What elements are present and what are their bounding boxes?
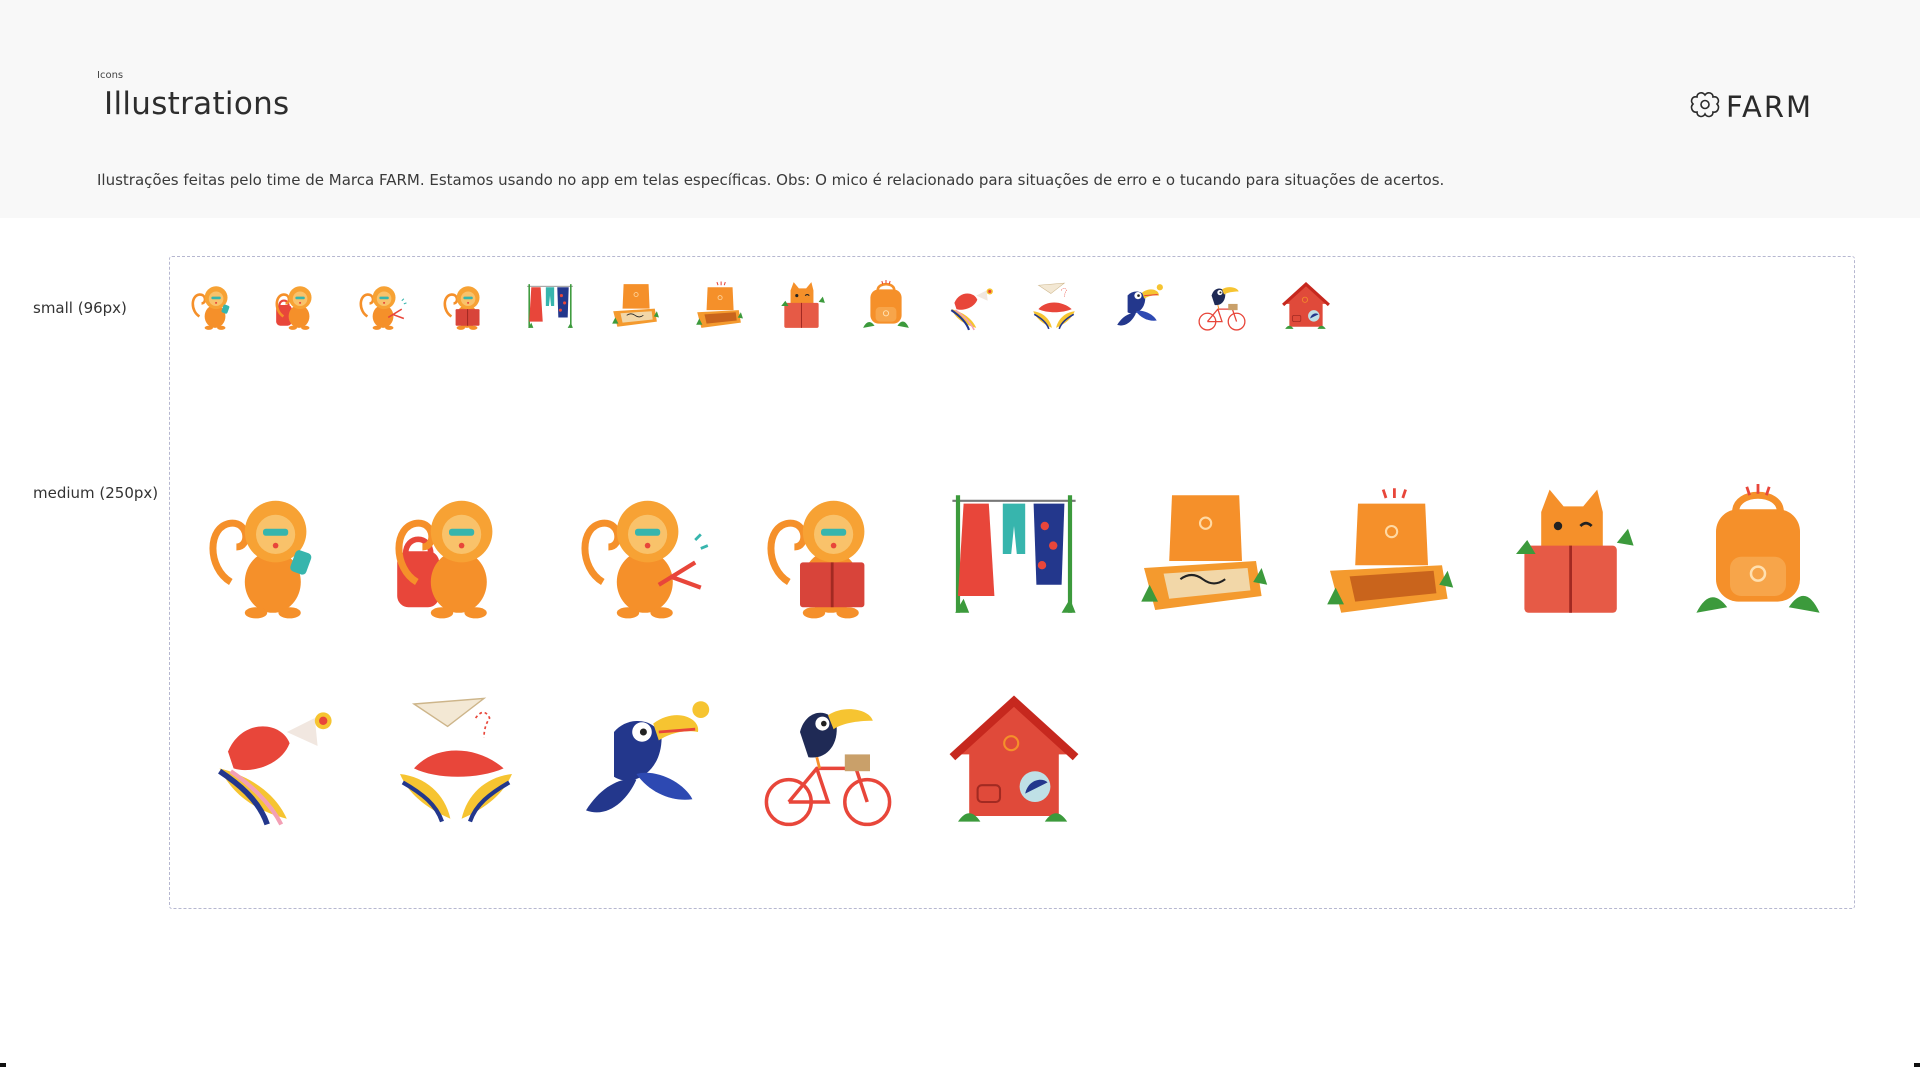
medium-illustration-toucan-flying xyxy=(572,690,712,830)
small-illustration-toucan-bicycle xyxy=(1196,280,1248,332)
medium-illustration-macaw-megaphone xyxy=(200,690,340,830)
page-header: Icons Illustrations Ilustrações feitas p… xyxy=(0,0,1920,218)
small-illustration-toucan-flying xyxy=(1112,280,1164,332)
medium-illustration-backpack xyxy=(1688,484,1828,624)
medium-size-label: medium (250px) xyxy=(33,484,159,502)
farm-logo: FARM xyxy=(1688,88,1813,126)
medium-illustration-clothesline xyxy=(944,484,1084,624)
medium-illustration-macaw-paper-plane xyxy=(386,690,526,830)
medium-illustration-monkey-phone xyxy=(200,484,340,624)
page-title: Illustrations xyxy=(104,86,290,122)
medium-illustration-house-toucan xyxy=(944,690,1084,830)
small-illustration-house-toucan xyxy=(1280,280,1332,332)
flower-icon xyxy=(1688,90,1722,124)
medium-illustration-toucan-bicycle xyxy=(758,690,898,830)
small-illustration-cat-book xyxy=(776,280,828,332)
logo-wordmark: FARM xyxy=(1726,90,1814,124)
medium-illustration-box-open-clothes xyxy=(1130,484,1270,624)
small-illustration-box-open-empty xyxy=(692,280,744,332)
corner-mark xyxy=(0,1063,6,1067)
corner-mark xyxy=(1914,1063,1920,1067)
small-illustration-backpack xyxy=(860,280,912,332)
eyebrow-label: Icons xyxy=(97,70,124,81)
small-illustration-box-open-clothes xyxy=(608,280,660,332)
medium-illustration-cat-book xyxy=(1502,484,1642,624)
small-illustration-monkey-book xyxy=(440,280,492,332)
medium-illustration-box-open-empty xyxy=(1316,484,1456,624)
small-illustration-monkey-phone xyxy=(188,280,240,332)
medium-illustration-monkey-hanger xyxy=(572,484,712,624)
small-illustration-monkey-backpack xyxy=(272,280,324,332)
small-illustration-clothesline xyxy=(524,280,576,332)
small-illustration-macaw-megaphone xyxy=(944,280,996,332)
small-size-label: small (96px) xyxy=(33,299,127,317)
small-illustration-macaw-paper-plane xyxy=(1028,280,1080,332)
small-illustration-monkey-hanger xyxy=(356,280,408,332)
page-description: Ilustrações feitas pelo time de Marca FA… xyxy=(97,171,1445,189)
medium-illustration-monkey-book xyxy=(758,484,898,624)
medium-illustration-monkey-backpack xyxy=(386,484,526,624)
